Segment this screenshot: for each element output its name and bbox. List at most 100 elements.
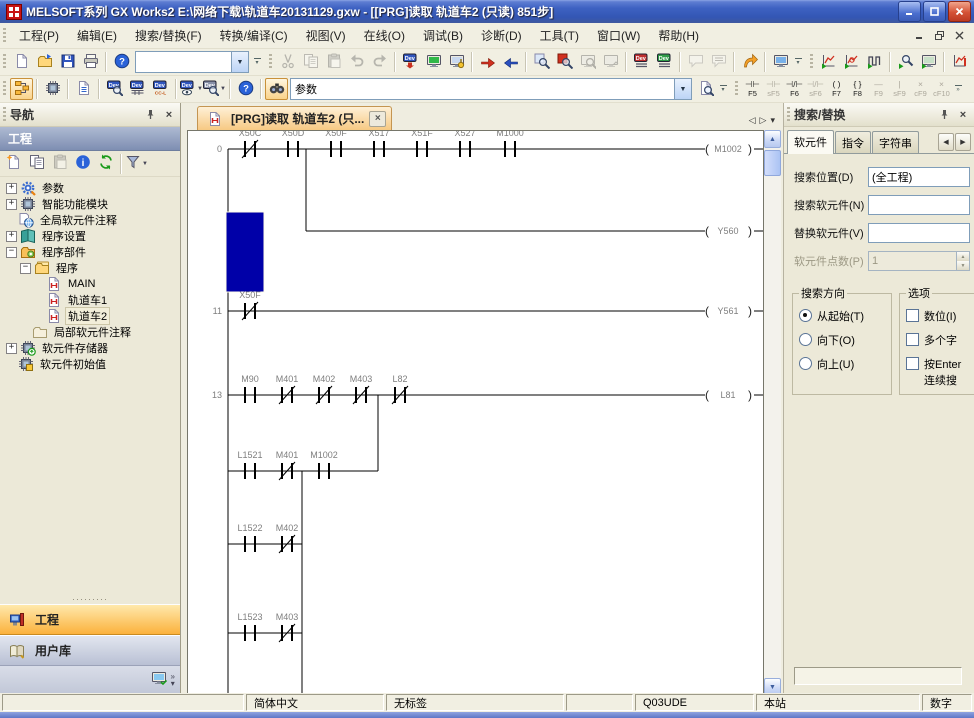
direction-option-2[interactable]: 向上(U) (799, 353, 885, 377)
toolbar-overflow-button[interactable]: ▾ (251, 51, 263, 73)
toolbar-grip[interactable] (269, 54, 272, 70)
checkbox-icon[interactable] (906, 357, 919, 370)
mdi-minimize-button[interactable] (911, 28, 928, 43)
device-ccl-button[interactable]: DevCC-L (149, 78, 172, 100)
menu-item-1[interactable]: 编辑(E) (68, 23, 126, 48)
open-project-button[interactable] (33, 51, 56, 73)
tree-expander[interactable]: + (6, 183, 17, 194)
toolbar-overflow-button[interactable]: ▾ (717, 78, 729, 100)
tree-expander[interactable]: − (6, 247, 17, 258)
scrollbar-thumb[interactable] (764, 150, 781, 176)
device-test-button[interactable] (894, 51, 917, 73)
checkbox-icon[interactable] (906, 309, 919, 322)
ladder-symbol-F7-button[interactable]: ( )F7 (826, 78, 847, 101)
menu-item-3[interactable]: 转换/编译(C) (211, 23, 297, 48)
menu-item-5[interactable]: 在线(O) (355, 23, 414, 48)
tree-item-4[interactable]: −程序部件 (0, 244, 180, 260)
radio-icon[interactable] (799, 309, 812, 322)
direction-option-0[interactable]: 从起始(T) (799, 305, 885, 329)
spinner-control[interactable]: ▲▼ (957, 251, 970, 271)
tree-expander[interactable]: + (6, 231, 17, 242)
toolbar-combo[interactable]: ▼ (135, 51, 249, 73)
device-find-button[interactable]: Dev (103, 78, 126, 100)
toolbar-overflow-button[interactable]: ▾ (792, 51, 804, 73)
menu-item-8[interactable]: 工具(T) (531, 23, 588, 48)
search-option-2[interactable]: 按Enter 连续搜 (906, 353, 974, 388)
pin-icon[interactable] (936, 107, 952, 122)
search-field-input[interactable]: (全工程) (868, 167, 970, 187)
search-tab-0[interactable]: 软元件 (787, 130, 834, 154)
transfer-write-button[interactable] (499, 51, 522, 73)
footer-overflow-button[interactable]: »▾ (171, 673, 175, 687)
tree-item-6[interactable]: MAIN (0, 276, 180, 292)
page-find-button[interactable] (694, 78, 717, 100)
nav-info-button[interactable]: i (71, 153, 94, 175)
scan-chart-1-button[interactable] (948, 51, 971, 73)
toolbar-grip[interactable] (3, 81, 6, 97)
menu-item-7[interactable]: 诊断(D) (472, 23, 531, 48)
sampling-trace-button[interactable] (917, 51, 940, 73)
menu-item-9[interactable]: 窗口(W) (588, 23, 649, 48)
ladder-symbol-sF6-button[interactable]: ⊣/⊢sF6 (805, 78, 826, 101)
print-button[interactable] (79, 51, 102, 73)
key-setting-button[interactable] (445, 51, 468, 73)
panel-grip[interactable] (787, 107, 790, 123)
cross-ref-2-button[interactable] (599, 51, 622, 73)
tree-item-10[interactable]: +软元件存储器 (0, 340, 180, 356)
function-list-button[interactable] (72, 78, 95, 100)
tree-expander[interactable]: + (6, 343, 17, 354)
minimize-button[interactable] (898, 1, 921, 22)
nav-refresh-button[interactable] (94, 153, 117, 175)
tree-item-2[interactable]: 全局软元件注释 (0, 212, 180, 228)
tab-scroll-left-icon[interactable]: ◁ (749, 115, 756, 126)
help-button[interactable]: ? (110, 51, 133, 73)
menu-item-4[interactable]: 视图(V) (297, 23, 355, 48)
ladder-canvas[interactable]: ()M1002()Y560()Y561()L81X50CX50DX50FX517… (187, 130, 764, 696)
cross-ref-1-button[interactable] (576, 51, 599, 73)
mdi-restore-button[interactable] (931, 28, 948, 43)
find-replace-button[interactable] (265, 78, 288, 100)
device-table-button[interactable]: Dev (126, 78, 149, 100)
undo-button[interactable] (345, 51, 368, 73)
scroll-up-icon[interactable]: ▲ (764, 130, 781, 148)
direction-option-1[interactable]: 向下(O) (799, 329, 885, 353)
nav-paste-button[interactable] (48, 153, 71, 175)
tab-list-icon[interactable]: ▾ (770, 115, 775, 126)
ladder-symbol-sF9-button[interactable]: |sF9 (889, 78, 910, 101)
save-project-button[interactable] (56, 51, 79, 73)
close-button[interactable] (948, 1, 971, 22)
document-tab[interactable]: [PRG]读取 轨道车2 (只... × (197, 106, 392, 130)
device-search-button[interactable]: Dev▼ (203, 78, 226, 100)
device-comment-button[interactable] (684, 51, 707, 73)
toolbar-grip[interactable] (810, 54, 813, 70)
tree-item-9[interactable]: 局部软元件注释 (0, 324, 180, 340)
pin-icon[interactable] (142, 107, 158, 122)
menu-item-2[interactable]: 搜索/替换(F) (126, 23, 211, 48)
ladder-symbol-F8-button[interactable]: { }F8 (847, 78, 868, 101)
panel-grip[interactable] (3, 107, 6, 123)
tree-item-1[interactable]: +智能功能模块 (0, 196, 180, 212)
scrollbar-track[interactable] (764, 176, 781, 678)
mdi-close-button[interactable] (951, 28, 968, 43)
display-setting-button[interactable] (769, 51, 792, 73)
tree-item-3[interactable]: +程序设置 (0, 228, 180, 244)
vertical-scrollbar[interactable]: ▲ ▼ (764, 130, 781, 696)
search-field-input[interactable] (868, 223, 970, 243)
combo-arrow-icon[interactable]: ▼ (231, 52, 248, 72)
toolbar-grip[interactable] (735, 81, 738, 97)
radio-icon[interactable] (799, 357, 812, 370)
paste-button[interactable] (322, 51, 345, 73)
connection-monitor-icon[interactable] (151, 670, 167, 689)
nav-project-button[interactable]: 工程 (0, 604, 180, 635)
search-close-icon[interactable]: × (955, 107, 971, 122)
checkbox-icon[interactable] (906, 333, 919, 346)
device-list-green-button[interactable]: Dev (653, 51, 676, 73)
tree-item-8[interactable]: 轨道车2 (0, 308, 180, 324)
cut-button[interactable] (276, 51, 299, 73)
help-button[interactable]: ? (234, 78, 257, 100)
search-tab-2[interactable]: 字符串 (872, 131, 919, 153)
nav-copy-button[interactable] (25, 153, 48, 175)
ladder-symbol-F9-button[interactable]: —F9 (868, 78, 889, 101)
write-to-plc-button[interactable]: Dev (399, 51, 422, 73)
nav-new-button[interactable] (2, 153, 25, 175)
